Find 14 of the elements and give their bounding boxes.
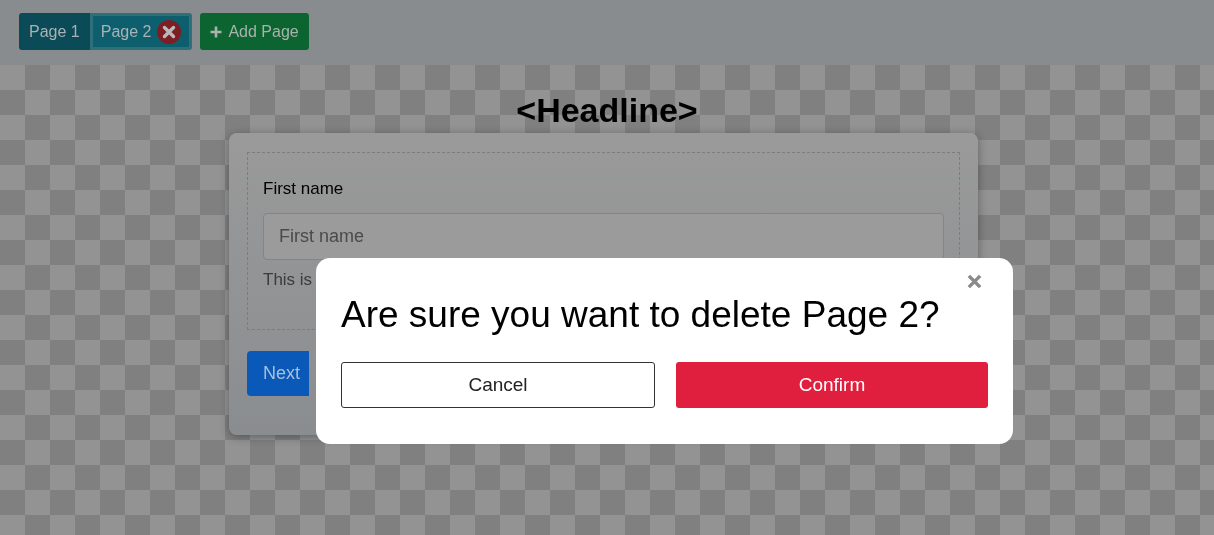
cancel-button[interactable]: Cancel — [341, 362, 655, 408]
help-text: This is — [263, 270, 314, 290]
page-tab[interactable]: Page 2 — [89, 13, 193, 50]
plus-icon — [210, 25, 223, 38]
headline: <Headline> — [516, 90, 698, 131]
dialog-message: Are sure you want to delete Page 2? — [341, 294, 941, 336]
close-icon[interactable] — [157, 19, 182, 44]
confirm-button[interactable]: Confirm — [676, 362, 988, 408]
page-tab[interactable]: Page 1 — [19, 13, 90, 50]
first-name-field[interactable]: First name — [263, 213, 944, 260]
next-button[interactable]: Next — [247, 351, 309, 396]
field-label: First name — [263, 179, 345, 199]
close-icon[interactable] — [967, 274, 982, 289]
add-page-button[interactable]: Add Page — [200, 13, 309, 50]
